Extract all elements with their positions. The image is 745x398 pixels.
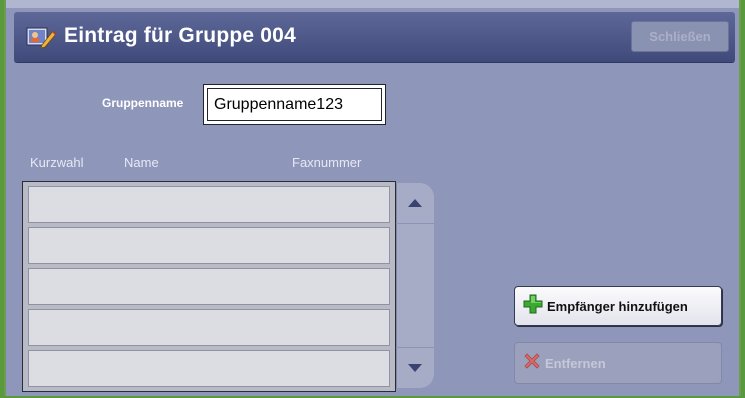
add-recipient-button[interactable]: Empfänger hinzufügen — [514, 286, 722, 326]
list-item[interactable] — [28, 268, 390, 305]
address-book-edit-icon — [26, 25, 57, 49]
list-item[interactable] — [28, 227, 390, 264]
list-item[interactable] — [28, 186, 390, 223]
add-recipient-label: Empfänger hinzufügen — [547, 298, 688, 314]
dialog-window: Eintrag für Gruppe 004 Schließen Gruppen… — [4, 0, 741, 396]
dialog-title: Eintrag für Gruppe 004 — [64, 24, 296, 47]
group-name-value: Gruppenname123 — [207, 88, 382, 121]
group-name-label: Gruppenname — [102, 96, 184, 110]
scroll-up-button[interactable] — [396, 183, 434, 224]
triangle-down-icon — [408, 364, 422, 372]
column-header-faxnummer: Faxnummer — [292, 155, 362, 170]
column-header-kurzwahl: Kurzwahl — [30, 155, 84, 170]
remove-label: Entfernen — [545, 355, 606, 371]
remove-button[interactable]: Entfernen — [514, 342, 722, 384]
scroll-down-button[interactable] — [396, 347, 434, 388]
group-name-field[interactable]: Gruppenname123 — [203, 84, 386, 125]
close-button[interactable]: Schließen — [631, 21, 729, 52]
red-x-icon — [523, 352, 541, 375]
list-scrollbar[interactable] — [396, 183, 434, 388]
column-header-name: Name — [124, 155, 159, 170]
green-plus-icon — [523, 294, 543, 319]
list-item[interactable] — [28, 350, 390, 387]
triangle-up-icon — [408, 199, 422, 207]
recipient-list — [22, 181, 396, 392]
dialog-header: Eintrag für Gruppe 004 Schließen — [14, 12, 735, 62]
top-strip — [6, 0, 739, 8]
list-item[interactable] — [28, 309, 390, 346]
